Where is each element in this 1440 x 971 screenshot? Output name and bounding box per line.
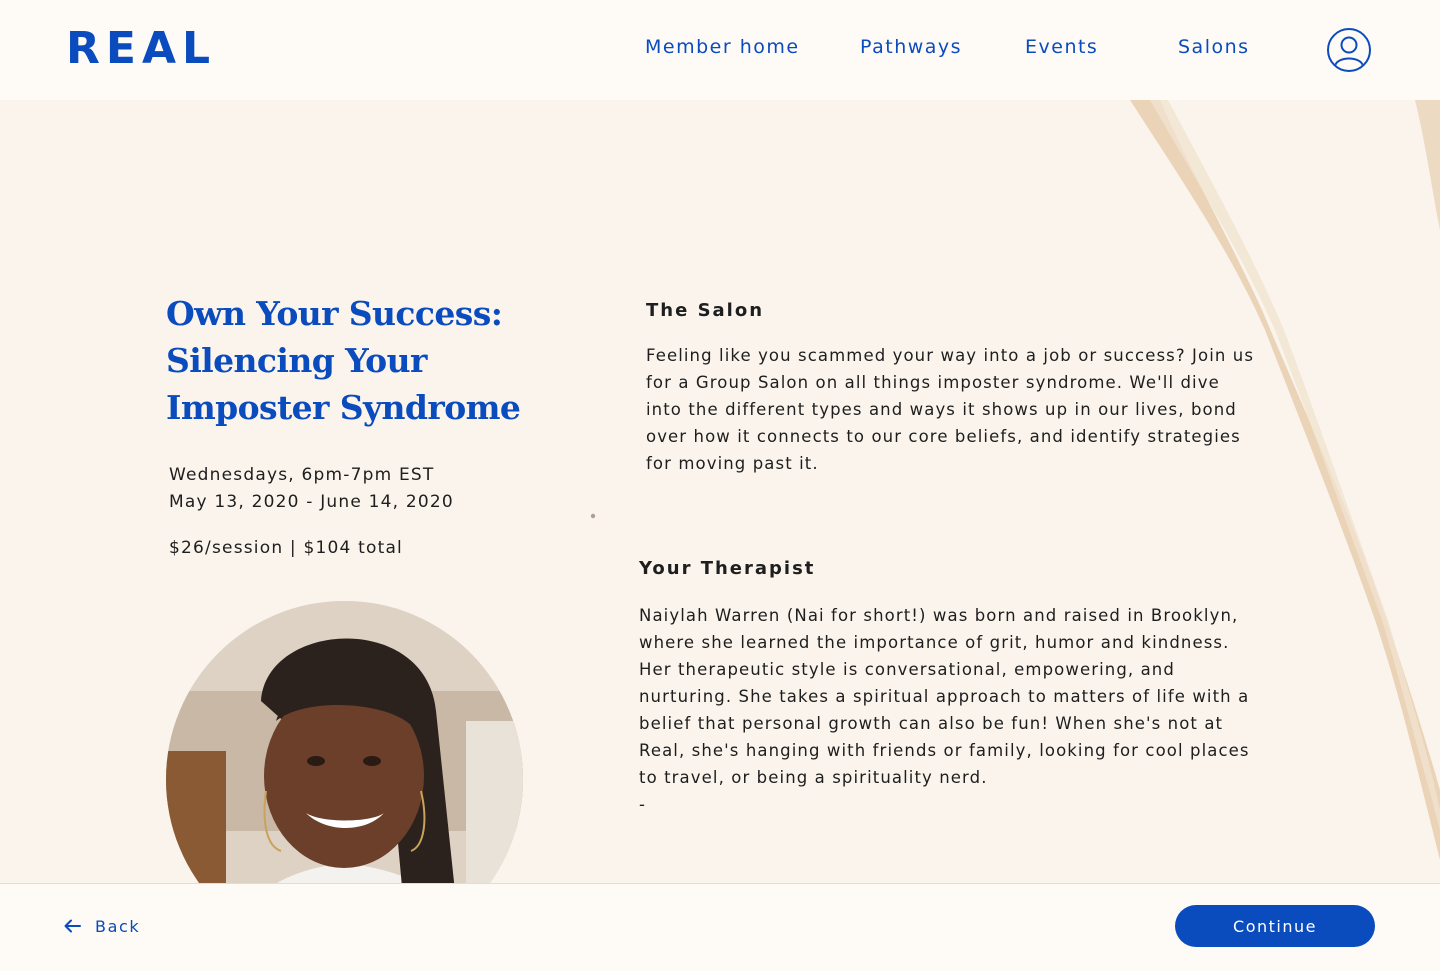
salon-description-line: for moving past it.	[646, 454, 819, 473]
continue-button[interactable]: Continue	[1175, 905, 1375, 947]
salon-title-line: Silencing Your	[166, 341, 427, 380]
therapist-bio-line: nurturing. She takes a spiritual approac…	[639, 687, 1250, 706]
back-label: Back	[95, 916, 141, 936]
footer-bar: Back Continue	[0, 883, 1440, 971]
therapist-bio-line: -	[639, 795, 647, 814]
top-nav-bar: REAL Member home Pathways Events Salons	[0, 0, 1440, 100]
salon-description-line: over how it connects to our core beliefs…	[646, 427, 1241, 446]
main-nav: Member home Pathways Events Salons	[0, 36, 1440, 64]
user-circle-icon	[1334, 36, 1364, 67]
therapist-bio: Naiylah Warren (Nai for short!) was born…	[639, 602, 1250, 818]
salon-title: Own Your Success: Silencing Your Imposte…	[166, 290, 546, 431]
account-button[interactable]	[1327, 28, 1371, 72]
nav-pathways[interactable]: Pathways	[860, 36, 962, 58]
salon-description-line: Feeling like you scammed your way into a…	[646, 346, 1255, 365]
therapist-section-heading: Your Therapist	[639, 558, 816, 579]
therapist-bio-line: where she learned the importance of grit…	[639, 633, 1230, 652]
therapist-bio-line: Naiylah Warren (Nai for short!) was born…	[639, 606, 1239, 625]
therapist-bio-line: Her therapeutic style is conversational,…	[639, 660, 1175, 679]
therapist-bio-line: to travel, or being a spirituality nerd.	[639, 768, 988, 787]
therapist-bio-line: Real, she's hanging with friends or fami…	[639, 741, 1250, 760]
nav-events[interactable]: Events	[1025, 36, 1098, 58]
salon-price: $26/session | $104 total	[169, 538, 403, 558]
nav-member-home[interactable]: Member home	[645, 36, 800, 58]
schedule-time: Wednesdays, 6pm-7pm EST	[169, 465, 435, 485]
salon-schedule: Wednesdays, 6pm-7pm EST May 13, 2020 - J…	[169, 462, 454, 516]
salon-title-line: Imposter Syndrome	[166, 388, 521, 427]
nav-salons[interactable]: Salons	[1178, 36, 1250, 58]
therapist-bio-line: belief that personal growth can also be …	[639, 714, 1224, 733]
salon-description-line: for a Group Salon on all things imposter…	[646, 373, 1220, 392]
schedule-dates: May 13, 2020 - June 14, 2020	[169, 492, 454, 512]
salon-description-line: into the different types and ways it sho…	[646, 400, 1237, 419]
arrow-left-icon	[64, 919, 81, 933]
salon-section-heading: The Salon	[646, 300, 765, 321]
salon-detail-panel: Own Your Success: Silencing Your Imposte…	[0, 100, 1440, 883]
salon-description: Feeling like you scammed your way into a…	[646, 342, 1254, 477]
back-button[interactable]: Back	[64, 916, 140, 936]
salon-title-line: Own Your Success:	[166, 294, 503, 333]
